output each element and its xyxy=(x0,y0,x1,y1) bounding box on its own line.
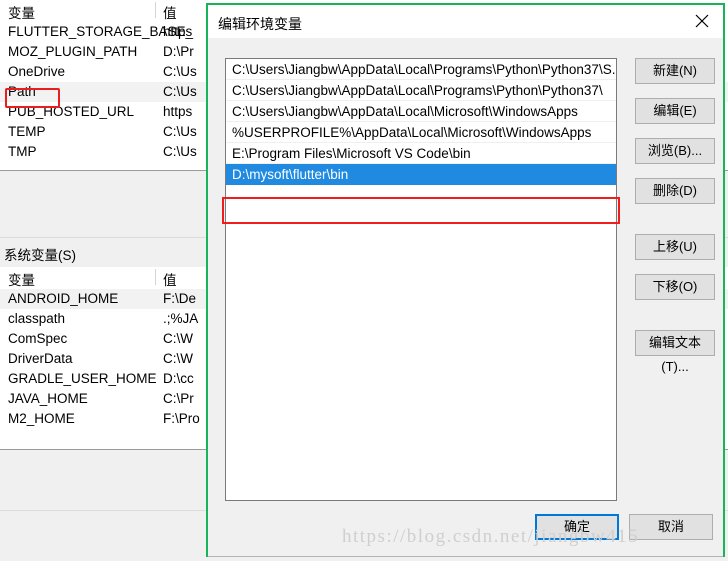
variable-value: D:\cc xyxy=(163,371,194,386)
list-item-empty[interactable] xyxy=(226,290,616,311)
variable-value: F:\De xyxy=(163,291,197,306)
new-button[interactable]: 新建(N) xyxy=(635,58,715,84)
system-variables-column-variable: 变量 xyxy=(8,273,35,288)
column-divider xyxy=(155,2,156,18)
path-entries-list[interactable]: C:\Users\Jiangbw\AppData\Local\Programs\… xyxy=(225,58,617,501)
list-item[interactable]: C:\Users\Jiangbw\AppData\Local\Programs\… xyxy=(226,59,616,80)
variable-value: C:\Us xyxy=(163,144,197,159)
edit-text-button[interactable]: 编辑文本(T)... xyxy=(635,330,715,374)
move-up-button[interactable]: 上移(U) xyxy=(635,234,715,260)
list-item-empty[interactable] xyxy=(226,395,616,416)
edit-button[interactable]: 编辑(E) xyxy=(635,98,715,124)
variable-value: C:\W xyxy=(163,331,193,346)
variable-value: https xyxy=(163,104,193,119)
variable-name: M2_HOME xyxy=(8,411,75,426)
variable-name: MOZ_PLUGIN_PATH xyxy=(8,44,138,59)
variable-name: ANDROID_HOME xyxy=(8,291,119,306)
list-item-empty[interactable] xyxy=(226,458,616,479)
column-divider xyxy=(155,269,156,285)
user-variables-column-value: 值 xyxy=(163,6,177,21)
cancel-button[interactable]: 取消 xyxy=(629,514,713,540)
list-item-empty[interactable] xyxy=(226,437,616,458)
list-item[interactable]: C:\Users\Jiangbw\AppData\Local\Programs\… xyxy=(226,80,616,101)
dialog-accent-left xyxy=(206,4,208,557)
variable-value: C:\Us xyxy=(163,64,197,79)
dialog-titlebar: 编辑环境变量 xyxy=(207,5,724,38)
list-item-selected[interactable]: D:\mysoft\flutter\bin xyxy=(226,164,616,185)
user-variables-column-variable: 变量 xyxy=(8,6,35,21)
list-item-empty[interactable] xyxy=(226,374,616,395)
path-annotation-box xyxy=(5,88,60,108)
close-icon[interactable] xyxy=(679,5,724,36)
dialog-accent-top xyxy=(206,3,725,5)
variable-name: JAVA_HOME xyxy=(8,391,88,406)
list-item[interactable]: %USERPROFILE%\AppData\Local\Microsoft\Wi… xyxy=(226,122,616,143)
variable-name: TEMP xyxy=(8,124,46,139)
variable-name: TMP xyxy=(8,144,37,159)
edit-environment-variable-dialog: 编辑环境变量 C:\Users\Jiangbw\AppData\Local\Pr… xyxy=(206,4,725,557)
variable-value: D:\Pr xyxy=(163,44,194,59)
dialog-accent-right xyxy=(723,4,725,557)
variable-value: F:\Pro xyxy=(163,411,200,426)
system-variables-group-label: 系统变量(S) xyxy=(4,244,80,264)
list-item-empty[interactable] xyxy=(226,353,616,374)
variable-value: C:\Us xyxy=(163,124,197,139)
list-item-empty[interactable] xyxy=(226,416,616,437)
list-item-empty[interactable] xyxy=(226,227,616,248)
variable-value: C:\Us xyxy=(163,84,197,99)
variable-name: GRADLE_USER_HOME xyxy=(8,371,157,386)
list-item-empty[interactable] xyxy=(226,248,616,269)
system-variables-column-value: 值 xyxy=(163,273,177,288)
dialog-body: C:\Users\Jiangbw\AppData\Local\Programs\… xyxy=(207,38,724,556)
selected-entry-annotation-box xyxy=(222,197,620,224)
list-item-empty[interactable] xyxy=(226,311,616,332)
ok-button[interactable]: 确定 xyxy=(535,514,619,540)
variable-name: DriverData xyxy=(8,351,73,366)
variable-name: classpath xyxy=(8,311,66,326)
variable-value: https xyxy=(163,24,193,39)
dialog-title: 编辑环境变量 xyxy=(218,16,302,32)
list-item[interactable]: C:\Users\Jiangbw\AppData\Local\Microsoft… xyxy=(226,101,616,122)
variable-value: C:\W xyxy=(163,351,193,366)
list-item-empty[interactable] xyxy=(226,332,616,353)
browse-button[interactable]: 浏览(B)... xyxy=(635,138,715,164)
list-item[interactable]: E:\Program Files\Microsoft VS Code\bin xyxy=(226,143,616,164)
list-item-empty[interactable] xyxy=(226,269,616,290)
variable-name: ComSpec xyxy=(8,331,68,346)
variable-name: OneDrive xyxy=(8,64,66,79)
delete-button[interactable]: 删除(D) xyxy=(635,178,715,204)
move-down-button[interactable]: 下移(O) xyxy=(635,274,715,300)
variable-value: C:\Pr xyxy=(163,391,194,406)
variable-value: .;%JA xyxy=(163,311,199,326)
